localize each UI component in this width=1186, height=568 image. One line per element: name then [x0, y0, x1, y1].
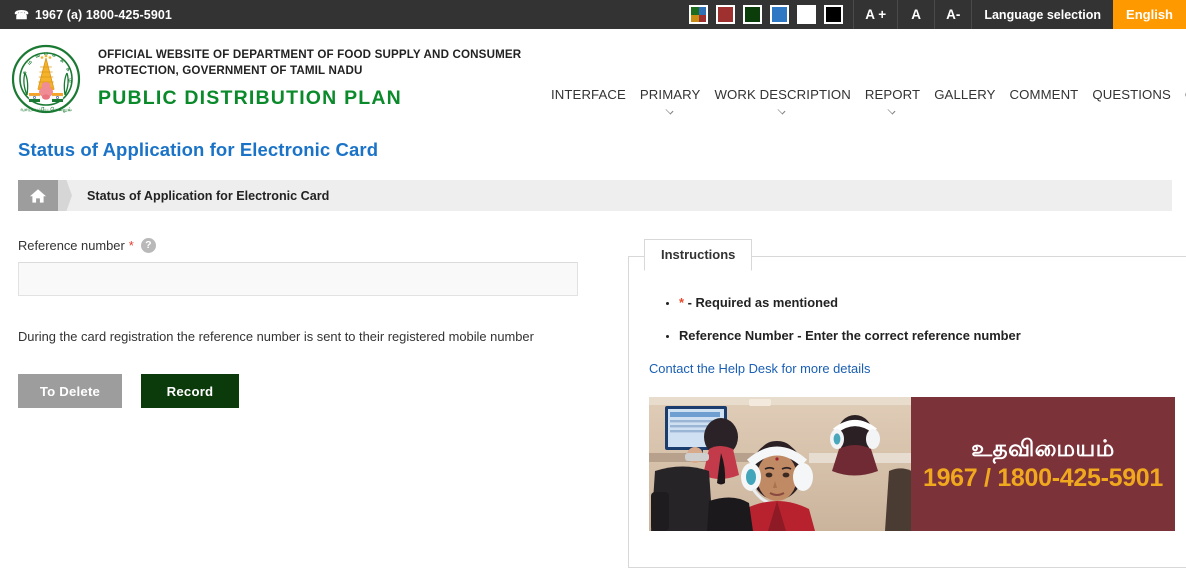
help-desk-banner: உதவிமையம் 1967 / 1800-425-5901	[911, 396, 1175, 531]
nav-item-contact[interactable]: CONTACT	[1178, 87, 1186, 102]
nav-label: REPORT	[864, 87, 921, 102]
white-theme-swatch[interactable]	[797, 5, 817, 24]
application-form: Reference number * ? During the card reg…	[18, 238, 610, 408]
nav-label: QUESTIONS	[1092, 87, 1171, 102]
nav-item-gallery[interactable]: GALLERY	[927, 87, 1002, 102]
chevron-down-icon	[778, 107, 787, 112]
font-increase-button[interactable]: A +	[853, 0, 897, 29]
tamil-nadu-government-emblem-icon: க ம ங ப க க க ம வாய்மையே லெல்லும்	[11, 44, 81, 114]
nav-item-report[interactable]: REPORT	[858, 87, 927, 112]
nav-label: PRIMARY	[639, 87, 701, 102]
nav-label: INTERFACE	[551, 87, 626, 102]
page-content: Reference number * ? During the card reg…	[0, 238, 1186, 568]
site-branding: OFFICIAL WEBSITE OF DEPARTMENT OF FOOD S…	[98, 41, 521, 110]
nav-item-work-description[interactable]: WORK DESCRIPTION	[707, 87, 857, 112]
instructions-list: * - Required as mentioned Reference Numb…	[649, 295, 1175, 345]
reference-number-hint: During the card registration the referen…	[18, 329, 534, 344]
main-navigation: INTERFACE PRIMARY WORK DESCRIPTION REPOR…	[551, 87, 1186, 112]
instructions-column: Instructions * - Required as mentioned R…	[628, 238, 1186, 568]
to-delete-button[interactable]: To Delete	[18, 374, 122, 408]
instruction-text: Reference Number - Enter the correct ref…	[679, 327, 1021, 343]
help-circle-icon[interactable]: ?	[140, 238, 156, 253]
home-icon	[30, 188, 46, 203]
brand-subtitle-line1: OFFICIAL WEBSITE OF DEPARTMENT OF FOOD S…	[98, 48, 522, 61]
phone-icon: ☎	[14, 7, 29, 22]
language-english-active[interactable]: English	[1113, 0, 1186, 29]
instruction-text: - Required as mentioned	[684, 295, 839, 310]
emblem-logo[interactable]: க ம ங ப க க க ம வாய்மையே லெல்லும்	[8, 41, 86, 117]
help-desk-tamil-text: உதவிமையம்	[971, 434, 1115, 461]
breadcrumb-current-label: Status of Application for Electronic Car…	[87, 188, 330, 203]
reference-number-label: Reference number	[18, 238, 125, 253]
brand-subtitle-line2: PROTECTION, GOVERNMENT OF TAMIL NADU	[98, 63, 363, 77]
multicolor-theme-swatch[interactable]	[689, 5, 709, 24]
required-asterisk: *	[128, 238, 134, 253]
theme-color-swatches	[677, 0, 853, 29]
topbar-accessibility-controls: A + A A- Language selection English	[677, 0, 1186, 29]
list-item: * - Required as mentioned	[679, 295, 1175, 312]
instructions-panel: Instructions * - Required as mentioned R…	[628, 239, 1186, 568]
instructions-body: * - Required as mentioned Reference Numb…	[629, 257, 1186, 547]
breadcrumb-home-button[interactable]	[18, 180, 58, 211]
site-header: க ம ங ப க க க ம வாய்மையே லெல்லும் OFFICI…	[0, 29, 1186, 115]
nav-item-primary[interactable]: PRIMARY	[633, 87, 708, 112]
nav-label: WORK DESCRIPTION	[714, 87, 851, 102]
font-normal-button[interactable]: A	[897, 0, 934, 29]
record-button[interactable]: Record	[141, 374, 239, 408]
black-theme-swatch[interactable]	[824, 5, 844, 24]
nav-item-interface[interactable]: INTERFACE	[551, 87, 633, 102]
list-item: Reference Number - Enter the correct ref…	[679, 328, 1175, 345]
page-title: Status of Application for Electronic Car…	[18, 139, 379, 160]
brand-title: PUBLIC DISTRIBUTION PLAN	[98, 87, 402, 109]
instructions-tab[interactable]: Instructions	[644, 239, 753, 271]
font-decrease-button[interactable]: A-	[934, 0, 971, 29]
call-center-photo-illustration	[649, 396, 911, 531]
svg-text:வாய்மையே லெல்லும்: வாய்மையே லெல்லும்	[20, 107, 71, 113]
green-theme-swatch[interactable]	[743, 5, 763, 24]
nav-item-questions[interactable]: QUESTIONS	[1085, 87, 1178, 102]
top-utility-bar: ☎ 1967 (a) 1800-425-5901 A + A A- Langua…	[0, 0, 1186, 29]
nav-label: GALLERY	[934, 87, 996, 102]
nav-item-comment[interactable]: COMMENT	[1003, 87, 1086, 102]
blue-theme-swatch[interactable]	[770, 5, 790, 24]
help-desk-banner-image: உதவிமையம் 1967 / 1800-425-5901	[649, 396, 1175, 531]
breadcrumb: Status of Application for Electronic Car…	[18, 180, 1172, 211]
reference-number-label-row: Reference number * ?	[18, 238, 610, 253]
form-actions: To Delete Record	[18, 374, 610, 408]
help-desk-link[interactable]: Contact the Help Desk for more details	[649, 361, 1175, 376]
call-center-photo	[649, 396, 911, 531]
red-theme-swatch[interactable]	[716, 5, 736, 24]
chevron-down-icon	[666, 107, 675, 112]
breadcrumb-separator-arrow	[58, 180, 72, 211]
help-desk-phone-text: 1967 / 1800-425-5901	[922, 464, 1164, 493]
nav-label: COMMENT	[1009, 87, 1079, 102]
topbar-contact: ☎ 1967 (a) 1800-425-5901	[0, 0, 172, 29]
language-selection-label[interactable]: Language selection	[971, 0, 1113, 29]
chevron-down-icon	[888, 107, 897, 112]
topbar-phone-number: 1967 (a) 1800-425-5901	[34, 7, 172, 22]
reference-number-input[interactable]	[18, 262, 578, 296]
